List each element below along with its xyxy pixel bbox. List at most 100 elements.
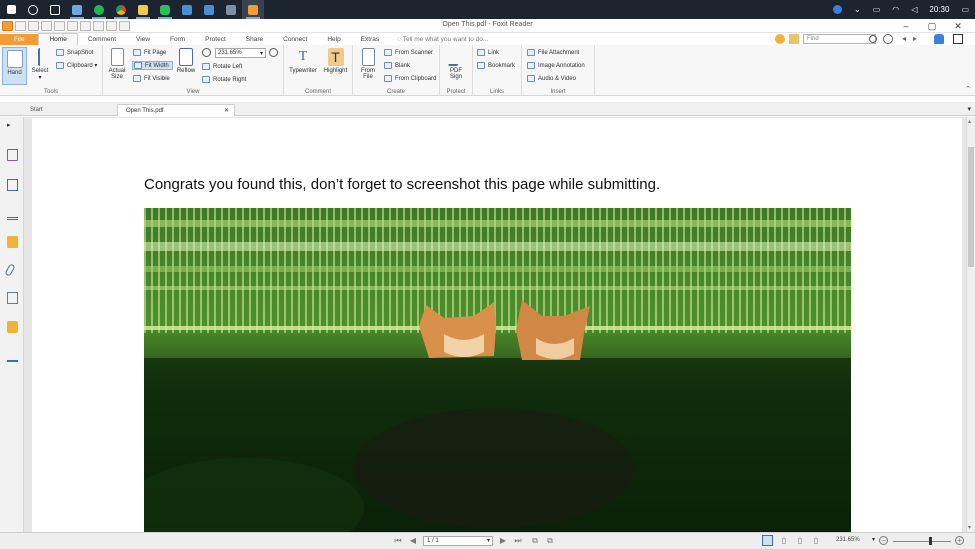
last-page-icon[interactable]: ⏭: [513, 535, 523, 546]
next-view-icon[interactable]: ⧉: [545, 535, 555, 546]
save-icon[interactable]: [28, 21, 39, 31]
line-icon[interactable]: [154, 0, 176, 19]
clock[interactable]: 20:30: [929, 5, 949, 14]
tab-share[interactable]: Share: [236, 34, 273, 45]
tab-home[interactable]: Home: [38, 33, 78, 45]
task-view-icon[interactable]: [44, 0, 66, 19]
app-icon[interactable]: [176, 0, 198, 19]
tab-list-icon[interactable]: ▾: [967, 105, 971, 113]
tab-start[interactable]: Start: [22, 104, 112, 116]
reflow-button[interactable]: Reflow: [175, 48, 197, 74]
maximize-button[interactable]: ▢: [919, 20, 945, 32]
ribbon-collapse-icon[interactable]: ⌃: [965, 85, 971, 93]
find-input[interactable]: Find: [803, 34, 876, 44]
previous-page-icon[interactable]: ◀: [408, 535, 418, 546]
tab-form[interactable]: Form: [160, 34, 195, 45]
image-annotation-button[interactable]: Image Annotation: [527, 62, 585, 69]
account-icon[interactable]: [953, 34, 963, 44]
app-icon-3[interactable]: [220, 0, 242, 19]
scroll-up-icon[interactable]: ▴: [968, 118, 971, 125]
fit-width-button[interactable]: Fit Width: [132, 61, 173, 70]
start-icon[interactable]: [0, 0, 22, 19]
attachments-icon[interactable]: [4, 263, 16, 277]
scroll-down-icon[interactable]: ▾: [968, 524, 971, 531]
next-page-icon[interactable]: ▶: [498, 535, 508, 546]
zoom-level[interactable]: 231.65%: [836, 537, 860, 543]
expand-panel-icon[interactable]: ▸: [7, 121, 18, 133]
file-explorer-icon[interactable]: [132, 0, 154, 19]
foxit-icon[interactable]: [242, 0, 264, 19]
from-scanner-button[interactable]: From Scanner: [384, 49, 433, 56]
open-icon[interactable]: [15, 21, 26, 31]
zoom-slider[interactable]: [893, 541, 951, 542]
mail-icon[interactable]: [66, 0, 88, 19]
from-file-button[interactable]: From File: [357, 48, 379, 80]
next-icon[interactable]: ▸: [913, 34, 923, 44]
highlight-button[interactable]: T Highlight: [322, 48, 349, 74]
tab-file[interactable]: File: [0, 34, 39, 45]
close-icon[interactable]: ✕: [224, 105, 229, 117]
zoom-slider-thumb[interactable]: [929, 537, 932, 545]
tab-comment[interactable]: Comment: [78, 34, 126, 45]
security-lock-icon[interactable]: [7, 321, 18, 333]
continuous-icon[interactable]: ▯: [779, 535, 789, 546]
clipboard-button[interactable]: Clipboard ▾: [56, 62, 97, 69]
history-icon[interactable]: [80, 21, 91, 31]
first-page-icon[interactable]: ⏮: [393, 535, 403, 546]
actual-size-button[interactable]: Actual Size: [106, 48, 128, 80]
close-button[interactable]: ✕: [945, 20, 971, 32]
document-viewer[interactable]: Congrats you found this, don’t forget to…: [24, 117, 966, 532]
undo-icon[interactable]: [93, 21, 104, 31]
chrome-icon[interactable]: [110, 0, 132, 19]
from-clipboard-button[interactable]: From Clipboard: [384, 75, 436, 82]
audio-video-button[interactable]: Audio & Video: [527, 75, 576, 82]
rotate-right-button[interactable]: Rotate Right: [202, 76, 246, 83]
sign-tool-icon[interactable]: [7, 350, 18, 362]
tab-extras[interactable]: Extras: [351, 34, 389, 45]
scroll-thumb[interactable]: [968, 147, 974, 267]
zoom-in-icon[interactable]: [269, 48, 278, 57]
folder-search-icon[interactable]: [789, 34, 799, 44]
properties-icon[interactable]: [67, 21, 78, 31]
fit-visible-button[interactable]: Fit Visible: [133, 75, 170, 82]
single-page-icon[interactable]: [762, 535, 773, 546]
print-icon[interactable]: [41, 21, 52, 31]
zoom-chevron-icon[interactable]: ▾: [872, 536, 875, 543]
tab-help[interactable]: Help: [317, 34, 350, 45]
page-number-input[interactable]: 1 / 1 ▾: [423, 536, 493, 546]
zoom-out-button[interactable]: −: [879, 536, 888, 545]
tab-view[interactable]: View: [126, 34, 160, 45]
spotify-icon[interactable]: [88, 0, 110, 19]
continuous-facing-icon[interactable]: ▯: [811, 535, 821, 546]
search-icon[interactable]: [869, 35, 877, 43]
tell-me-search[interactable]: ◌ Tell me what you want to do...: [397, 34, 488, 45]
notification-icon[interactable]: ▭: [961, 5, 969, 14]
facing-icon[interactable]: ▯: [795, 535, 805, 546]
file-attachment-button[interactable]: File Attachment: [527, 49, 579, 56]
tab-open-this-pdf[interactable]: Open This.pdf ✕: [117, 104, 235, 116]
previous-view-icon[interactable]: ⧉: [530, 535, 540, 546]
thumbs-up-icon[interactable]: [775, 34, 785, 44]
minimize-button[interactable]: –: [893, 20, 919, 32]
typewriter-button[interactable]: T Typewriter: [288, 48, 318, 74]
comments-icon[interactable]: [7, 236, 18, 248]
chevron-down-icon[interactable]: ⌄: [854, 5, 861, 14]
blank-button[interactable]: Blank: [384, 62, 410, 69]
new-window-icon[interactable]: [54, 21, 65, 31]
bookmark-button[interactable]: Bookmark: [477, 62, 515, 69]
pages-icon[interactable]: [7, 179, 18, 191]
tab-connect[interactable]: Connect: [273, 34, 317, 45]
pdf-sign-button[interactable]: PDF Sign: [445, 48, 467, 80]
redo-icon[interactable]: [106, 21, 117, 31]
zoom-out-icon[interactable]: [202, 48, 211, 57]
rotate-left-button[interactable]: Rotate Left: [202, 63, 242, 70]
zoom-in-button[interactable]: +: [955, 536, 964, 545]
hand-button[interactable]: Hand: [2, 47, 27, 85]
help-icon[interactable]: [833, 5, 842, 14]
link-button[interactable]: Link: [477, 49, 499, 56]
app-icon-2[interactable]: [198, 0, 220, 19]
bell-icon[interactable]: [934, 34, 944, 44]
snapshot-button[interactable]: SnapShot: [56, 49, 93, 56]
settings-icon[interactable]: [883, 34, 893, 44]
bookmarks-icon[interactable]: [7, 149, 18, 161]
